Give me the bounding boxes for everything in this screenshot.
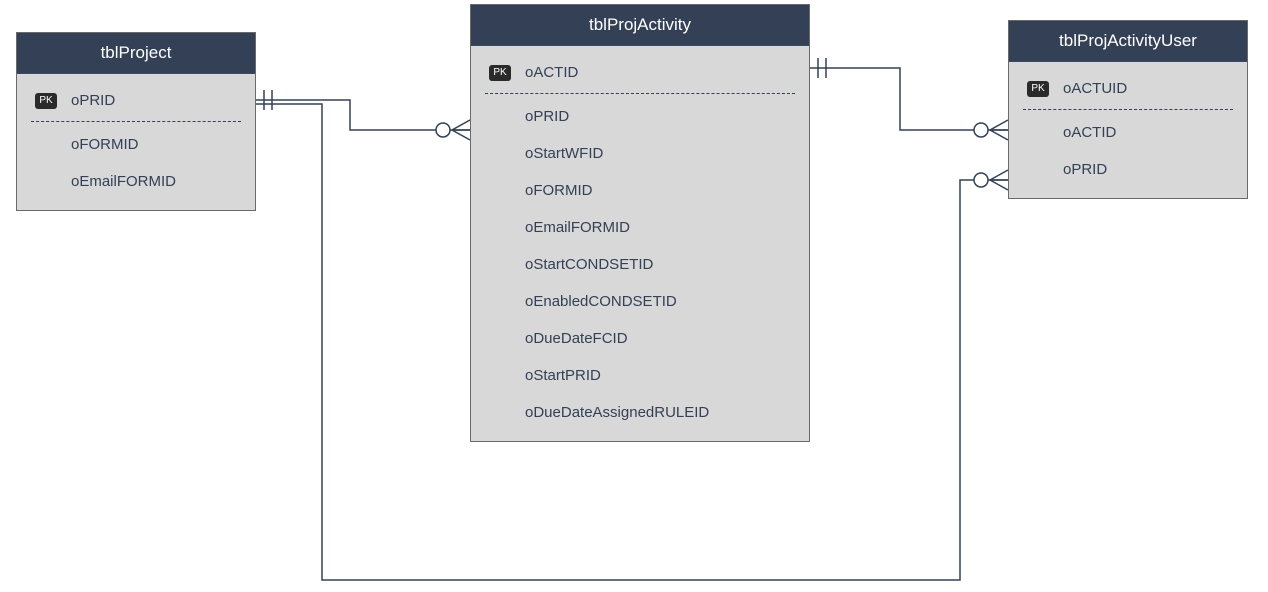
column-name: oDueDateFCID <box>515 330 628 347</box>
entity-tblprojactivity[interactable]: tblProjActivity PK oACTID oPRID oStartWF… <box>470 4 810 442</box>
column-name: oFORMID <box>61 136 139 153</box>
column-row[interactable]: oEnabledCONDSETID <box>479 283 801 320</box>
column-row[interactable]: oDueDateAssignedRULEID <box>479 394 801 431</box>
pk-divider <box>1023 109 1233 110</box>
column-row[interactable]: oFORMID <box>479 172 801 209</box>
column-row[interactable]: oACTID <box>1017 114 1239 151</box>
column-name: oEmailFORMID <box>515 219 630 236</box>
column-name: oPRID <box>1053 161 1107 178</box>
column-row-pk[interactable]: PK oPRID <box>25 82 247 119</box>
column-row[interactable]: oStartPRID <box>479 357 801 394</box>
entity-tblproject[interactable]: tblProject PK oPRID oFORMID oEmailFORMID <box>16 32 256 211</box>
entity-body: PK oACTID oPRID oStartWFID oFORMID oEmai… <box>471 46 809 441</box>
column-row[interactable]: oPRID <box>479 98 801 135</box>
pk-icon: PK <box>1023 81 1053 97</box>
column-name: oFORMID <box>515 182 593 199</box>
entity-tblprojactivityuser[interactable]: tblProjActivityUser PK oACTUID oACTID oP… <box>1008 20 1248 199</box>
entity-title: tblProjActivityUser <box>1009 21 1247 62</box>
entity-title: tblProjActivity <box>471 5 809 46</box>
column-row[interactable]: oEmailFORMID <box>25 163 247 200</box>
erd-canvas: tblProject PK oPRID oFORMID oEmailFORMID… <box>0 0 1268 592</box>
column-name: oEmailFORMID <box>61 173 176 190</box>
pk-divider <box>485 93 795 94</box>
column-row[interactable]: oFORMID <box>25 126 247 163</box>
column-row-pk[interactable]: PK oACTID <box>479 54 801 91</box>
entity-body: PK oACTUID oACTID oPRID <box>1009 62 1247 198</box>
column-name: oStartPRID <box>515 367 601 384</box>
column-name: oDueDateAssignedRULEID <box>515 404 709 421</box>
column-name: oPRID <box>515 108 569 125</box>
pk-divider <box>31 121 241 122</box>
column-row[interactable]: oEmailFORMID <box>479 209 801 246</box>
pk-icon: PK <box>31 93 61 109</box>
column-name: oACTUID <box>1053 80 1127 97</box>
column-name: oACTID <box>1053 124 1116 141</box>
column-name: oPRID <box>61 92 115 109</box>
column-row[interactable]: oPRID <box>1017 151 1239 188</box>
column-row[interactable]: oStartCONDSETID <box>479 246 801 283</box>
column-row[interactable]: oDueDateFCID <box>479 320 801 357</box>
entity-title: tblProject <box>17 33 255 74</box>
column-row[interactable]: oStartWFID <box>479 135 801 172</box>
column-name: oACTID <box>515 64 578 81</box>
pk-icon: PK <box>485 65 515 81</box>
column-name: oStartCONDSETID <box>515 256 653 273</box>
column-name: oStartWFID <box>515 145 603 162</box>
column-row-pk[interactable]: PK oACTUID <box>1017 70 1239 107</box>
column-name: oEnabledCONDSETID <box>515 293 677 310</box>
entity-body: PK oPRID oFORMID oEmailFORMID <box>17 74 255 210</box>
